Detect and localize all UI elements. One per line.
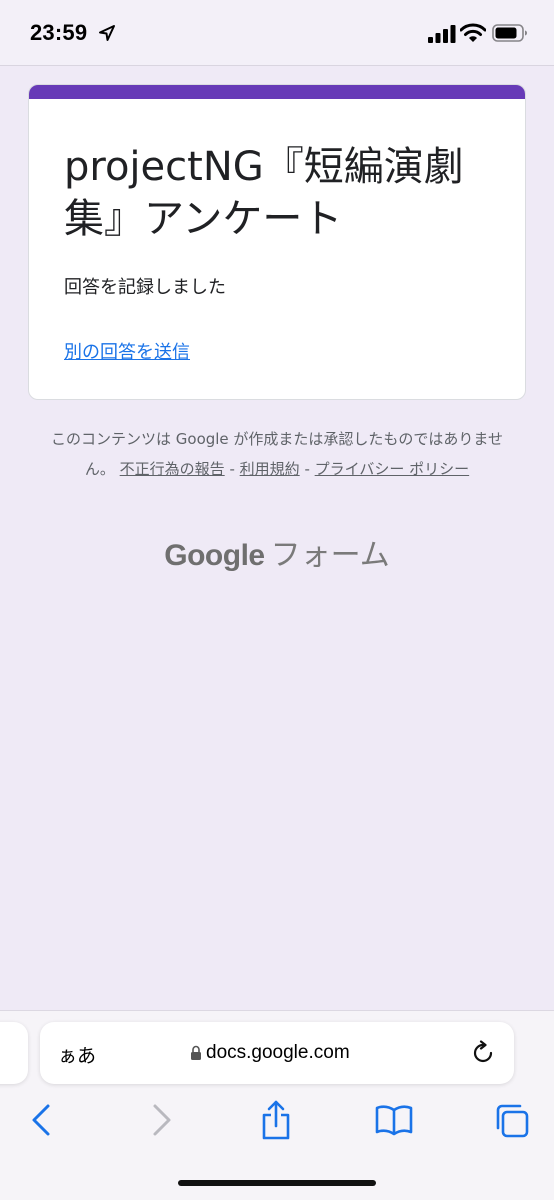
chevron-left-icon[interactable] <box>22 1098 62 1142</box>
report-abuse-link[interactable]: 不正行為の報告 <box>120 460 225 478</box>
status-time: 23:59 <box>30 20 88 45</box>
wifi-icon <box>460 23 486 42</box>
logo-forms-text: フォーム <box>270 538 390 573</box>
logo-google-text: Google <box>164 539 265 572</box>
cellular-signal-icon <box>428 25 456 43</box>
url-display[interactable]: docs.google.com <box>190 1041 350 1065</box>
tabs-icon[interactable] <box>492 1098 532 1142</box>
home-indicator[interactable] <box>178 1180 376 1186</box>
share-icon[interactable] <box>256 1098 296 1142</box>
separator: - <box>304 460 310 478</box>
separator: - <box>229 460 235 478</box>
previous-tab-peek[interactable] <box>0 1022 28 1084</box>
battery-icon <box>492 24 527 42</box>
form-title: projectNG『短編演劇集』アンケート <box>64 144 464 242</box>
location-arrow-icon <box>99 25 115 41</box>
disclaimer: このコンテンツは Google が作成または承認したものではありません。 不正行… <box>40 424 514 484</box>
submit-another-response-link[interactable]: 別の回答を送信 <box>64 338 190 364</box>
address-bar[interactable]: ぁあ docs.google.com <box>40 1022 514 1084</box>
page-settings-button[interactable]: ぁあ <box>58 1041 96 1068</box>
card-accent-bar <box>29 85 525 99</box>
confirmation-message: 回答を記録しました <box>64 277 226 298</box>
chevron-right-icon[interactable] <box>141 1098 181 1142</box>
privacy-policy-link[interactable]: プライバシー ポリシー <box>315 460 469 478</box>
url-text: docs.google.com <box>206 1042 350 1063</box>
google-forms-logo[interactable]: Google フォーム <box>0 530 554 574</box>
book-icon[interactable] <box>374 1098 414 1142</box>
form-card: projectNG『短編演劇集』アンケート 回答を記録しました 別の回答を送信 <box>28 84 526 400</box>
reload-icon[interactable] <box>470 1040 496 1066</box>
lock-icon <box>191 1045 201 1060</box>
status-bar: 23:59 <box>0 0 554 66</box>
terms-link[interactable]: 利用規約 <box>240 460 300 478</box>
